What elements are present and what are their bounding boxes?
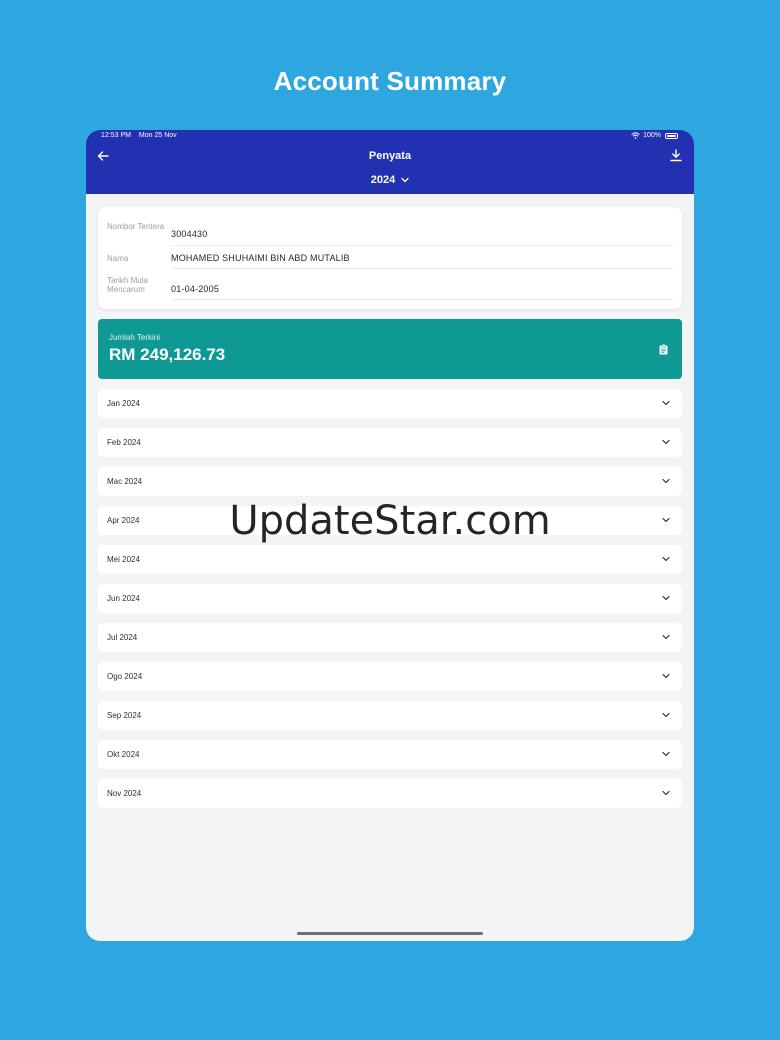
year-dropdown[interactable]: 2024	[360, 172, 420, 188]
chevron-down-icon	[662, 751, 670, 757]
status-bar: 12:53 PM Mon 25 Nov 100%	[86, 130, 694, 143]
month-item-mei[interactable]: Mei 2024	[98, 545, 682, 574]
month-label: Ogo 2024	[107, 672, 143, 681]
month-item-mac[interactable]: Mac 2024	[98, 467, 682, 496]
info-label: Nama	[107, 254, 129, 263]
chevron-down-icon	[662, 673, 670, 679]
watermark: UpdateStar.com	[229, 498, 551, 544]
month-label: Mei 2024	[107, 555, 140, 564]
month-item-jun[interactable]: Jun 2024	[98, 584, 682, 613]
year-value: 2024	[370, 174, 396, 186]
chevron-down-icon	[662, 712, 670, 718]
month-item-sep[interactable]: Sep 2024	[98, 701, 682, 730]
page-title: Penyata	[368, 150, 412, 162]
chevron-down-icon	[662, 790, 670, 796]
month-label: Jul 2024	[107, 633, 138, 642]
chevron-down-icon	[662, 400, 670, 406]
info-label: Tarikh Mula Mencarum	[107, 276, 148, 294]
service-number-value: 3004430	[171, 229, 208, 239]
month-item-jan[interactable]: Jan 2024	[98, 389, 682, 418]
start-date-value: 01-04-2005	[171, 284, 220, 294]
month-label: Feb 2024	[107, 438, 141, 447]
month-label: Sep 2024	[107, 711, 142, 720]
total-label: Jumlah Terkini	[109, 333, 160, 342]
month-item-feb[interactable]: Feb 2024	[98, 428, 682, 457]
name-value: MOHAMED SHUHAIMI BIN ABD MUTALIB	[171, 253, 350, 263]
month-item-nov[interactable]: Nov 2024	[98, 779, 682, 808]
month-label: Jun 2024	[107, 594, 140, 603]
current-total-card: Jumlah Terkini RM 249,126.73	[98, 319, 682, 379]
home-indicator[interactable]	[297, 932, 483, 935]
month-item-ogo[interactable]: Ogo 2024	[98, 662, 682, 691]
battery-icon	[665, 132, 678, 139]
status-time: 12:53 PM	[101, 132, 131, 139]
month-label: Nov 2024	[107, 789, 142, 798]
total-amount: RM 249,126.73	[109, 345, 226, 364]
status-date: Mon 25 Nov	[138, 132, 177, 139]
clipboard-icon[interactable]	[659, 344, 668, 355]
member-info-card: Nombor Tentera 3004430 Nama MOHAMED SHUH…	[98, 207, 682, 309]
wifi-icon	[631, 132, 640, 139]
app-header: 12:53 PM Mon 25 Nov 100% Penyata 2024	[86, 130, 694, 194]
download-icon[interactable]	[670, 149, 682, 162]
month-label: Okt 2024	[107, 750, 140, 759]
info-label: Nombor Tentera	[107, 222, 165, 231]
promo-title: Account Summary	[273, 66, 507, 96]
month-item-jul[interactable]: Jul 2024	[98, 623, 682, 652]
chevron-down-icon	[662, 634, 670, 640]
month-label: Mac 2024	[107, 477, 143, 486]
battery-percent: 100%	[643, 132, 661, 139]
chevron-down-icon	[401, 177, 409, 183]
chevron-down-icon	[662, 595, 670, 601]
month-label: Jan 2024	[107, 399, 140, 408]
month-item-okt[interactable]: Okt 2024	[98, 740, 682, 769]
chevron-down-icon	[662, 556, 670, 562]
chevron-down-icon	[662, 439, 670, 445]
chevron-down-icon	[662, 478, 670, 484]
